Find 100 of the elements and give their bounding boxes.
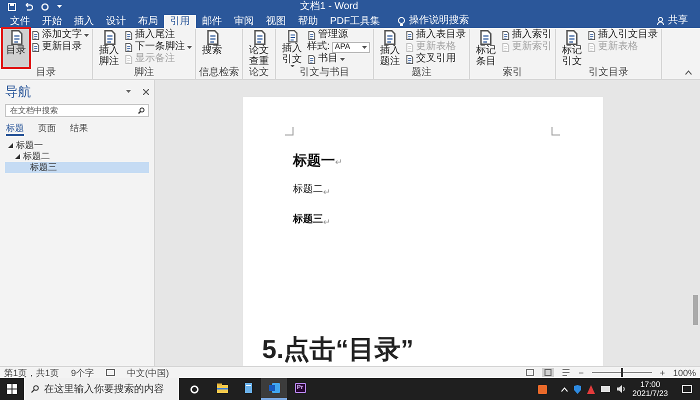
zoom-slider-thumb[interactable]	[620, 368, 623, 377]
zoom-out-button[interactable]: −	[578, 366, 584, 378]
document-icon	[404, 54, 414, 64]
scrollbar-thumb[interactable]	[693, 295, 698, 325]
read-mode-icon[interactable]	[526, 369, 534, 376]
note-app-icon	[242, 383, 254, 393]
document-icon	[307, 54, 316, 64]
tree-item[interactable]: 标题三	[5, 162, 149, 173]
collapse-ribbon-icon[interactable]	[685, 70, 692, 75]
group-label: 引文目录	[587, 67, 630, 78]
ribbon-button[interactable]: 插入索引	[500, 29, 552, 41]
speaker-icon[interactable]	[617, 385, 626, 393]
chevron-up-icon[interactable]	[561, 386, 568, 392]
caret-icon	[187, 46, 192, 48]
ribbon-button[interactable]: 交叉引用	[404, 53, 466, 65]
heading-text: 标题三	[293, 212, 323, 227]
ribbon-button[interactable]: 管理源	[307, 29, 370, 41]
document-icon	[500, 30, 510, 40]
print-layout-icon[interactable]	[542, 368, 554, 377]
undo-icon[interactable]	[24, 3, 33, 11]
group-label: 目录	[35, 67, 57, 78]
ribbon-button[interactable]: 搜索	[199, 29, 225, 67]
ribbon-button[interactable]: 添加文字	[31, 29, 89, 41]
ribbon-button[interactable]: 插入题注	[376, 29, 403, 67]
zoom-in-button[interactable]: +	[660, 366, 665, 378]
app-icon[interactable]	[538, 384, 548, 394]
search-icon[interactable]	[138, 107, 145, 114]
ribbon-tab[interactable]: 帮助	[292, 15, 324, 28]
clock-date[interactable]: 2021/7/23	[632, 389, 668, 398]
save-icon[interactable]	[8, 3, 16, 11]
tray-app-icon[interactable]	[587, 384, 596, 394]
ribbon-tab[interactable]: 审阅	[228, 15, 260, 28]
ribbon-tab[interactable]: 文件	[4, 15, 36, 28]
taskbar-app[interactable]	[261, 378, 287, 400]
ribbon-button[interactable]: 书目	[307, 53, 370, 65]
notification-icon[interactable]	[682, 384, 692, 394]
expanded-triangle-icon[interactable]	[15, 154, 20, 159]
ribbon-tab[interactable]: 开始	[36, 15, 68, 28]
ribbon-button[interactable]: 目录	[3, 29, 29, 67]
ribbon-button[interactable]: 插入表目录	[404, 29, 466, 41]
ribbon-tab[interactable]: 设计	[100, 15, 132, 28]
caret-icon	[362, 46, 367, 48]
document-icon	[404, 42, 414, 52]
style-label: 样式:	[307, 41, 330, 52]
group-label: 题注	[410, 67, 432, 78]
caret-icon[interactable]	[126, 90, 131, 94]
style-dropdown[interactable]: APA	[332, 42, 370, 52]
ribbon-tab[interactable]: 布局	[132, 15, 164, 28]
search-field[interactable]: 在文档中搜索	[5, 104, 149, 117]
pane-title: 导航	[5, 83, 31, 101]
document-icon	[31, 30, 40, 40]
cortana-circle-icon[interactable]	[190, 384, 198, 394]
tree-item[interactable]: 标题一	[5, 140, 149, 151]
document-icon	[500, 42, 510, 52]
ribbon-button[interactable]: 插入尾注	[124, 29, 192, 41]
crop-mark-icon	[551, 127, 560, 136]
caret-icon	[84, 34, 89, 36]
ribbon-button[interactable]: 下一条脚注	[124, 41, 192, 53]
group-label: 论文	[248, 67, 270, 78]
document-icon	[31, 42, 40, 52]
language-status[interactable]: 中文(中国)	[127, 366, 170, 378]
ribbon-tab[interactable]: 引用	[164, 15, 196, 28]
ribbon-button[interactable]: 论文查重	[246, 29, 272, 67]
group-label: 脚注	[133, 67, 155, 78]
share-button[interactable]: 共享	[668, 14, 688, 28]
lightbulb-icon	[398, 16, 405, 26]
caret-icon	[290, 64, 294, 67]
group-label: 信息检索	[199, 67, 239, 78]
tell-me-search[interactable]: 操作说明搜索	[409, 14, 469, 28]
windows-start-icon[interactable]	[7, 384, 17, 394]
ribbon-tab[interactable]: 插入	[68, 15, 100, 28]
ribbon-button[interactable]: 标记引文	[558, 29, 585, 67]
nav-tab[interactable]: 标题	[6, 122, 24, 136]
paragraph-mark: ↵	[323, 186, 331, 198]
ribbon-button[interactable]: 插入引文	[279, 29, 305, 67]
ribbon-tab[interactable]: 视图	[260, 15, 292, 28]
ribbon-tab[interactable]: 邮件	[196, 15, 228, 28]
clock-time[interactable]: 17:00	[640, 380, 660, 389]
ribbon-button[interactable]: 插入脚注	[96, 29, 122, 67]
ribbon-tab[interactable]: PDF工具集	[324, 15, 386, 28]
ribbon-button[interactable]: 更新目录	[31, 41, 89, 53]
web-layout-icon[interactable]	[562, 369, 570, 376]
zoom-level[interactable]: 100%	[672, 366, 696, 378]
tree-item[interactable]: 标题二	[5, 151, 149, 162]
shield-icon[interactable]	[574, 384, 582, 394]
close-icon[interactable]	[143, 89, 149, 95]
expanded-triangle-icon[interactable]	[8, 143, 13, 148]
ribbon-button[interactable]: 标记条目	[472, 29, 499, 67]
crop-mark-icon	[285, 127, 294, 136]
video-caption: 5.点击“目录”	[262, 334, 414, 364]
ribbon-button[interactable]: 插入引文目录	[586, 29, 658, 41]
taskbar-search-field[interactable]: 在这里输入你要搜索的内容	[24, 378, 179, 400]
person-icon	[657, 17, 664, 25]
search-icon[interactable]	[31, 385, 39, 393]
nav-tab[interactable]: 结果	[70, 122, 88, 136]
nav-tab[interactable]: 页面	[38, 122, 56, 136]
paragraph-mark: ↵	[323, 216, 331, 228]
document-icon	[586, 42, 596, 52]
customize-caret-icon[interactable]	[57, 5, 62, 9]
document-icon	[404, 30, 414, 40]
